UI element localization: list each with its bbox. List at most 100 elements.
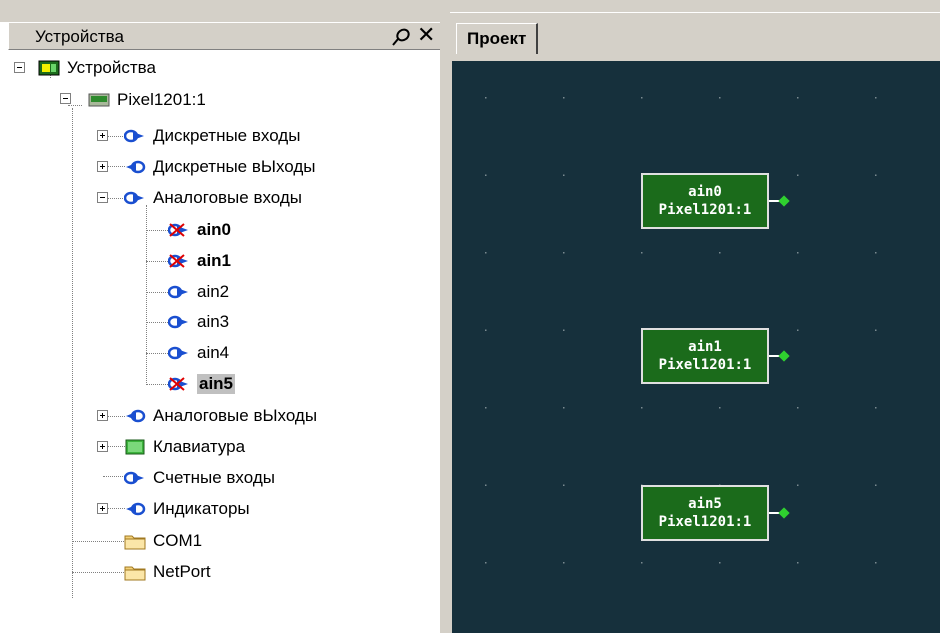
grid-dot xyxy=(485,562,487,564)
expand-keyboard-toggle[interactable] xyxy=(97,441,108,452)
tree-line xyxy=(72,108,74,598)
tree-label: ain2 xyxy=(197,282,230,301)
expand-indicators-toggle[interactable] xyxy=(97,503,108,514)
grid-dot xyxy=(797,484,799,486)
tree-label: ain5 xyxy=(197,374,236,394)
grid-dot xyxy=(563,174,565,176)
tree-item-analog-outputs[interactable]: Аналоговые вЫходы xyxy=(124,402,317,430)
disabled-input-icon xyxy=(168,377,188,391)
grid-dot xyxy=(875,97,877,99)
tree-item-keyboard[interactable]: Клавиатура xyxy=(124,433,245,461)
tree-label: COM1 xyxy=(153,531,203,550)
tree-item-counter-inputs[interactable]: Счетные входы xyxy=(124,464,275,492)
keyboard-icon xyxy=(125,439,145,455)
tree-label: ain0 xyxy=(197,220,232,239)
collapse-device-toggle[interactable] xyxy=(60,93,71,104)
disabled-input-icon xyxy=(168,223,188,237)
project-canvas[interactable]: ain0 Pixel1201:1 ain1 Pixel1201:1 ain5 P… xyxy=(452,61,940,633)
tree-line xyxy=(146,261,168,263)
tree-line xyxy=(146,353,168,355)
expand-analog-outputs-toggle[interactable] xyxy=(97,410,108,421)
grid-dot xyxy=(797,174,799,176)
tree-line xyxy=(146,322,168,324)
grid-dot xyxy=(563,562,565,564)
collapse-root-toggle[interactable] xyxy=(14,62,25,73)
grid-dot xyxy=(875,407,877,409)
grid-dot xyxy=(875,252,877,254)
panel-top-strip xyxy=(0,0,440,22)
tree-label: Pixel1201:1 xyxy=(117,90,206,109)
tree-label: NetPort xyxy=(153,562,211,581)
tree-item-devices-root[interactable]: Устройства xyxy=(38,54,156,82)
tree-line xyxy=(103,476,125,478)
tree-label: ain4 xyxy=(197,343,230,362)
tree-item-netport[interactable]: NetPort xyxy=(124,558,211,586)
tree-label: Аналоговые входы xyxy=(153,188,303,207)
expand-discrete-inputs-toggle[interactable] xyxy=(97,130,108,141)
devices-root-icon xyxy=(38,60,60,76)
tree-item-analog-inputs[interactable]: Аналоговые входы xyxy=(124,184,302,212)
tree-item-device[interactable]: Pixel1201:1 xyxy=(88,86,206,114)
pin-icon[interactable] xyxy=(391,27,411,47)
collapse-analog-inputs-toggle[interactable] xyxy=(97,192,108,203)
block-device: Pixel1201:1 xyxy=(658,202,752,218)
grid-dot xyxy=(563,97,565,99)
grid-dot xyxy=(485,97,487,99)
block-ain0[interactable]: ain0 Pixel1201:1 xyxy=(641,173,769,229)
block-device: Pixel1201:1 xyxy=(658,514,752,530)
input-arrow-icon xyxy=(124,129,144,143)
tree-line xyxy=(146,230,168,232)
tree-item-ain2[interactable]: ain2 xyxy=(168,278,229,306)
grid-dot xyxy=(797,407,799,409)
block-ain1[interactable]: ain1 Pixel1201:1 xyxy=(641,328,769,384)
tree-item-discrete-outputs[interactable]: Дискретные вЫходы xyxy=(124,153,315,181)
device-tree: Устройства Pixel1201:1 Дискретные входы … xyxy=(0,50,440,633)
tree-line xyxy=(72,572,124,574)
block-device: Pixel1201:1 xyxy=(658,357,752,373)
tree-item-ain4[interactable]: ain4 xyxy=(168,339,229,367)
grid-dot xyxy=(485,484,487,486)
grid-dot xyxy=(797,329,799,331)
grid-dot xyxy=(719,97,721,99)
grid-dot xyxy=(797,252,799,254)
tree-item-ain0[interactable]: ain0 xyxy=(168,216,231,244)
grid-dot xyxy=(563,252,565,254)
folder-icon xyxy=(124,566,146,581)
output-arrow-icon xyxy=(126,409,146,423)
grid-dot xyxy=(485,252,487,254)
tree-item-indicators[interactable]: Индикаторы xyxy=(124,495,250,523)
tree-line xyxy=(72,541,124,543)
grid-dot xyxy=(641,407,643,409)
tree-item-com1[interactable]: COM1 xyxy=(124,527,202,555)
tree-item-ain1[interactable]: ain1 xyxy=(168,247,231,275)
tree-line xyxy=(146,384,168,386)
block-name: ain1 xyxy=(688,339,722,355)
tree-item-ain3[interactable]: ain3 xyxy=(168,308,229,336)
expand-discrete-outputs-toggle[interactable] xyxy=(97,161,108,172)
input-arrow-icon xyxy=(124,191,144,205)
disabled-input-icon xyxy=(168,254,188,268)
devices-panel-header: Устройства ✕ xyxy=(8,22,440,50)
grid-dot xyxy=(641,252,643,254)
input-arrow-icon xyxy=(168,315,188,329)
tree-label: Аналоговые вЫходы xyxy=(153,406,318,425)
tree-label: Счетные входы xyxy=(153,468,275,487)
tab-project[interactable]: Проект xyxy=(456,23,539,54)
grid-dot xyxy=(563,484,565,486)
tree-item-discrete-inputs[interactable]: Дискретные входы xyxy=(124,122,300,150)
grid-dot xyxy=(719,407,721,409)
panel-splitter[interactable] xyxy=(440,0,450,633)
tree-label: Дискретные входы xyxy=(153,126,301,145)
input-arrow-icon xyxy=(168,346,188,360)
grid-dot xyxy=(875,562,877,564)
tree-item-ain5[interactable]: ain5 xyxy=(168,370,236,398)
grid-dot xyxy=(485,174,487,176)
block-ain5[interactable]: ain5 Pixel1201:1 xyxy=(641,485,769,541)
close-icon[interactable]: ✕ xyxy=(417,25,435,47)
grid-dot xyxy=(641,97,643,99)
output-arrow-icon xyxy=(126,160,146,174)
block-name: ain0 xyxy=(688,184,722,200)
tree-label: Индикаторы xyxy=(153,499,250,518)
input-arrow-icon xyxy=(124,471,144,485)
grid-dot xyxy=(563,329,565,331)
